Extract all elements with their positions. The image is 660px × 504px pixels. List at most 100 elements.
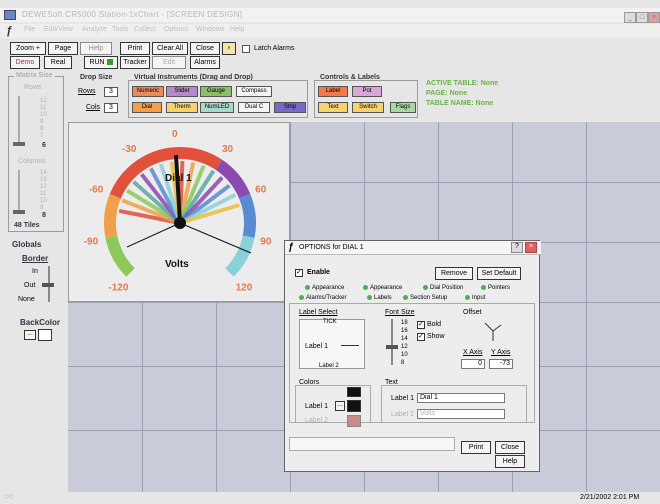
rows-slider-track[interactable]	[18, 96, 20, 144]
menu-analyze[interactable]: Analyze	[82, 26, 107, 33]
instrument-dial-button[interactable]: Dial	[132, 102, 162, 113]
font-size-slider-thumb[interactable]	[386, 345, 398, 349]
tab-appearance[interactable]: Appearance	[305, 283, 344, 293]
backcolor-swatch[interactable]	[38, 329, 52, 341]
maximize-icon[interactable]: □	[636, 12, 648, 23]
instrument-slider-button[interactable]: Slider	[166, 86, 198, 97]
text-label2: Label 2	[391, 411, 414, 418]
show-label: Show	[427, 333, 445, 340]
alarms-button[interactable]: Alarms	[190, 56, 220, 69]
text-label1-input[interactable]: Dial 1	[417, 393, 505, 403]
menu-help[interactable]: Help	[230, 26, 244, 33]
bold-checkbox[interactable]: ✓	[417, 321, 425, 329]
x-offset-input[interactable]: 0	[461, 359, 485, 369]
menu-edit-view[interactable]: Edit/View	[44, 26, 73, 33]
tab-status-icon	[367, 294, 372, 300]
drop-cols-input[interactable]: 3	[104, 103, 118, 113]
cols-slider-thumb[interactable]	[13, 210, 25, 214]
enable-checkbox[interactable]: ✓	[295, 269, 303, 277]
dial-units: Volts	[165, 259, 189, 270]
border-label: Border	[22, 254, 49, 263]
border-in-label: In	[32, 268, 38, 275]
tab-status-icon	[299, 294, 304, 300]
control-text-button[interactable]: Text	[318, 102, 348, 113]
dialog-close-icon[interactable]: ×	[525, 242, 537, 253]
help-button[interactable]: Help	[80, 42, 112, 55]
dial-tick-label: -60	[89, 185, 104, 196]
cols-ticks: 14 13 12 11 10 9	[40, 170, 47, 211]
instrument-numled-button[interactable]: NumLED	[200, 102, 234, 113]
tab-input[interactable]: Input	[465, 293, 485, 303]
tab-pointers[interactable]: Pointers	[481, 283, 510, 293]
drop-rows-label: Rows	[78, 88, 96, 95]
control-switch-button[interactable]: Switch	[352, 102, 384, 113]
close-window-icon[interactable]: ×	[648, 12, 660, 23]
dialog-help-icon[interactable]: ?	[511, 242, 523, 253]
close-button[interactable]: Close	[190, 42, 220, 55]
offset-arrows-icon	[484, 322, 502, 341]
font-size-slider-track[interactable]	[391, 319, 393, 365]
control-label-button[interactable]: Label	[318, 86, 348, 97]
show-checkbox[interactable]: ✓	[417, 333, 425, 341]
tab-status-icon	[423, 284, 428, 290]
y-offset-input[interactable]: -73	[489, 359, 513, 369]
dialog-help-button[interactable]: Help	[495, 455, 525, 468]
set-default-button[interactable]: Set Default	[477, 267, 521, 280]
menu-file[interactable]: File	[24, 26, 35, 33]
tab-dial-position[interactable]: Dial Position	[423, 283, 463, 293]
tab-section-setup[interactable]: Section Setup	[403, 293, 447, 303]
border-slider-thumb[interactable]	[42, 283, 54, 287]
instrument-dual-c-button[interactable]: Dual C	[238, 102, 270, 113]
control-flags-button[interactable]: Flags	[390, 102, 416, 113]
menu-windows[interactable]: Windows	[196, 26, 224, 33]
dial-instrument[interactable]: -120 -90 -60 -30 0 30 60 90 120 Dial 1 Volts	[68, 122, 290, 302]
menu-options[interactable]: Options	[164, 26, 188, 33]
label1-line	[341, 345, 359, 346]
dialog-logo-icon: ƒ	[288, 242, 294, 253]
drop-rows-input[interactable]: 3	[104, 87, 118, 97]
control-pot-button[interactable]: Pot	[352, 86, 382, 97]
tab-appearance[interactable]: Appearance	[363, 283, 402, 293]
tab-status-icon	[363, 284, 368, 290]
app-logo-icon: ƒ	[6, 25, 13, 37]
instrument-strip-button[interactable]: Strip	[274, 102, 306, 113]
dialog-close-button[interactable]: Close	[495, 441, 525, 454]
remove-button[interactable]: Remove	[435, 267, 473, 280]
page-button[interactable]: Page	[48, 42, 78, 55]
options-dialog-title: OPTIONS for DIAL 1	[299, 244, 364, 251]
text-label2-input[interactable]: Volts	[417, 409, 505, 419]
instrument-numeric-button[interactable]: Numeric	[132, 86, 164, 97]
cols-slider-track[interactable]	[18, 170, 20, 214]
instrument-gauge-button[interactable]: Gauge	[200, 86, 232, 97]
lamp-icon[interactable]: ♀	[222, 42, 236, 55]
menu-collect[interactable]: Collect	[134, 26, 155, 33]
tracker-button[interactable]: Tracker	[120, 56, 150, 69]
backcolor-browse-button[interactable]: ...	[24, 330, 36, 340]
color-label1-browse[interactable]: ...	[335, 401, 345, 411]
run-button[interactable]: RUN	[84, 56, 118, 69]
edit-button[interactable]: Edit	[152, 56, 186, 69]
label-select-label1: Label 1	[305, 343, 328, 350]
zoom-button[interactable]: Zoom +	[10, 42, 46, 55]
color-swatch-tick[interactable]	[347, 387, 361, 397]
dial-tick-label: -120	[108, 283, 128, 294]
color-swatch-label2[interactable]	[347, 415, 361, 427]
latch-alarms-label: Latch Alarms	[254, 45, 295, 52]
dialog-print-button[interactable]: Print	[461, 441, 491, 454]
demo-button[interactable]: Demo	[10, 56, 40, 69]
y-axis-label: Y Axis	[491, 349, 511, 356]
color-swatch-label1[interactable]	[347, 400, 361, 412]
tab-alarms-tracker[interactable]: Alarms/Tracker	[299, 293, 346, 303]
minimize-icon[interactable]: _	[624, 12, 636, 23]
latch-alarms-checkbox[interactable]	[242, 45, 250, 53]
instrument-therm-button[interactable]: Therm	[166, 102, 198, 113]
clear-all-button[interactable]: Clear All	[152, 42, 188, 55]
menu-tools[interactable]: Tools	[112, 26, 128, 33]
instrument-compass-button[interactable]: Compass	[236, 86, 272, 97]
matrix-cols-label: Columns	[18, 158, 46, 165]
real-button[interactable]: Real	[44, 56, 72, 69]
offset-title: Offset	[463, 309, 482, 316]
rows-slider-thumb[interactable]	[13, 142, 25, 146]
print-button[interactable]: Print	[120, 42, 150, 55]
tab-labels[interactable]: Labels	[367, 293, 392, 303]
